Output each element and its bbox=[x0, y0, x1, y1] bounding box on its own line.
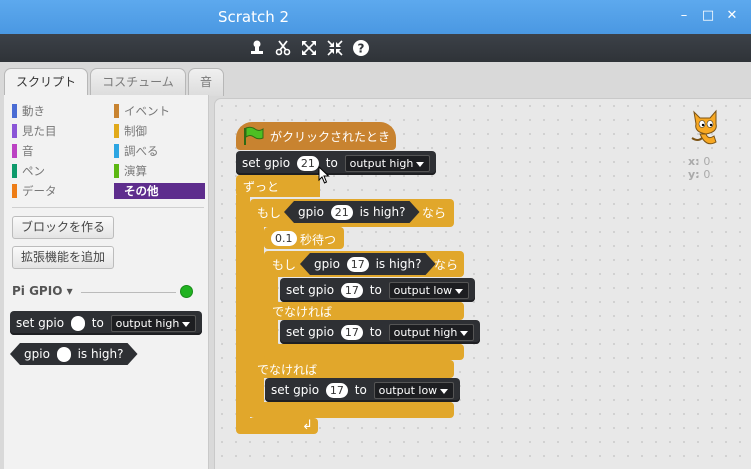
then-label-inner: なら bbox=[434, 258, 459, 272]
green-flag-icon bbox=[244, 126, 264, 145]
set-gpio-block[interactable]: set gpio 21 to output high bbox=[236, 151, 437, 175]
palette-divider bbox=[12, 207, 204, 208]
else-label: でなければ bbox=[257, 363, 318, 377]
pin-input[interactable]: 17 bbox=[325, 383, 348, 398]
category-motion[interactable]: 動き bbox=[12, 103, 45, 119]
wait-label: 秒待つ bbox=[300, 233, 337, 247]
category-looks[interactable]: 見た目 bbox=[12, 123, 57, 139]
tab-costumes[interactable]: コスチューム bbox=[90, 68, 186, 96]
output-dropdown[interactable]: output low bbox=[388, 282, 470, 299]
palette-gpio-high-block[interactable]: gpio is high? bbox=[10, 343, 138, 365]
if-label: もし bbox=[257, 206, 282, 220]
set-gpio-block[interactable]: set gpio 17 to output high bbox=[280, 320, 481, 344]
output-dropdown[interactable]: output low bbox=[373, 382, 455, 399]
if-else-bottom-inner bbox=[264, 344, 464, 360]
tab-sounds[interactable]: 音 bbox=[188, 68, 224, 96]
tab-strip: スクリプト コスチューム 音 bbox=[0, 62, 751, 97]
set-gpio-block[interactable]: set gpio 17 to output low bbox=[280, 278, 476, 302]
shrink-icon[interactable] bbox=[326, 39, 344, 57]
pin-input[interactable]: 17 bbox=[347, 257, 369, 272]
category-pen[interactable]: ペン bbox=[12, 163, 45, 179]
pin-input-empty[interactable] bbox=[57, 347, 71, 362]
if-else-bottom bbox=[250, 402, 454, 418]
window-titlebar: Scratch 2 – □ ✕ bbox=[0, 0, 751, 34]
when-flag-clicked-block[interactable]: がクリックされたとき bbox=[236, 122, 396, 150]
svg-text:?: ? bbox=[358, 42, 365, 56]
make-block-button[interactable]: ブロックを作る bbox=[12, 216, 115, 239]
output-dropdown[interactable]: output high bbox=[110, 315, 197, 332]
gpio-high-condition[interactable]: gpio 21 is high? bbox=[284, 201, 420, 223]
forever-arm bbox=[236, 195, 250, 420]
pin-input-empty[interactable] bbox=[70, 316, 85, 331]
category-operators[interactable]: 演算 bbox=[114, 163, 147, 179]
category-data[interactable]: データ bbox=[12, 183, 57, 199]
category-more-blocks[interactable]: その他 bbox=[114, 183, 205, 199]
output-dropdown[interactable]: output high bbox=[344, 155, 431, 172]
else-label-inner: でなければ bbox=[272, 305, 333, 319]
if-arm bbox=[250, 225, 264, 417]
extension-name[interactable]: Pi GPIO ▾ bbox=[12, 284, 73, 298]
set-gpio-block[interactable]: set gpio 17 to output low bbox=[265, 378, 461, 402]
help-icon[interactable]: ? bbox=[352, 39, 370, 57]
then-label: なら bbox=[422, 206, 447, 220]
sprite-y-coordinate: y: 0 bbox=[688, 168, 711, 181]
maximize-icon[interactable]: □ bbox=[700, 8, 716, 24]
tab-scripts[interactable]: スクリプト bbox=[4, 68, 88, 97]
forever-label: ずっと bbox=[243, 180, 280, 194]
mouse-cursor-icon bbox=[318, 166, 330, 184]
cut-icon[interactable] bbox=[274, 39, 292, 57]
add-extension-button[interactable]: 拡張機能を追加 bbox=[12, 246, 115, 269]
category-control[interactable]: 制御 bbox=[114, 123, 147, 139]
close-icon[interactable]: ✕ bbox=[724, 8, 740, 24]
pin-input[interactable]: 17 bbox=[340, 325, 363, 340]
pin-input[interactable]: 17 bbox=[340, 283, 363, 298]
category-events[interactable]: イベント bbox=[114, 103, 170, 119]
block-palette: 動き 見た目 音 ペン データ イベント 制御 調べる 演算 その他 ブロックを… bbox=[4, 95, 209, 469]
pin-input[interactable]: 21 bbox=[331, 205, 353, 220]
extension-status-indicator bbox=[180, 285, 193, 298]
category-sensing[interactable]: 調べる bbox=[114, 143, 159, 159]
loop-arrow-icon: ↲ bbox=[302, 418, 313, 433]
stamp-icon[interactable] bbox=[248, 39, 266, 57]
wait-seconds-input[interactable]: 0.1 bbox=[271, 231, 297, 246]
minimize-icon[interactable]: – bbox=[676, 8, 692, 24]
window-title: Scratch 2 bbox=[218, 8, 290, 26]
grow-icon[interactable] bbox=[300, 39, 318, 57]
sprite-x-coordinate: x: 0 bbox=[688, 155, 711, 168]
pin-input[interactable]: 21 bbox=[296, 156, 319, 171]
extension-divider bbox=[81, 292, 176, 293]
category-sound[interactable]: 音 bbox=[12, 143, 34, 159]
toolbar: ? bbox=[0, 34, 751, 62]
if-label-inner: もし bbox=[272, 258, 297, 272]
palette-set-gpio-block[interactable]: set gpio to output high bbox=[10, 311, 203, 335]
output-dropdown[interactable]: output high bbox=[388, 324, 475, 341]
gpio-high-condition-inner[interactable]: gpio 17 is high? bbox=[300, 253, 436, 275]
sprite-cat-icon bbox=[691, 109, 717, 145]
hat-label: がクリックされたとき bbox=[270, 130, 391, 144]
